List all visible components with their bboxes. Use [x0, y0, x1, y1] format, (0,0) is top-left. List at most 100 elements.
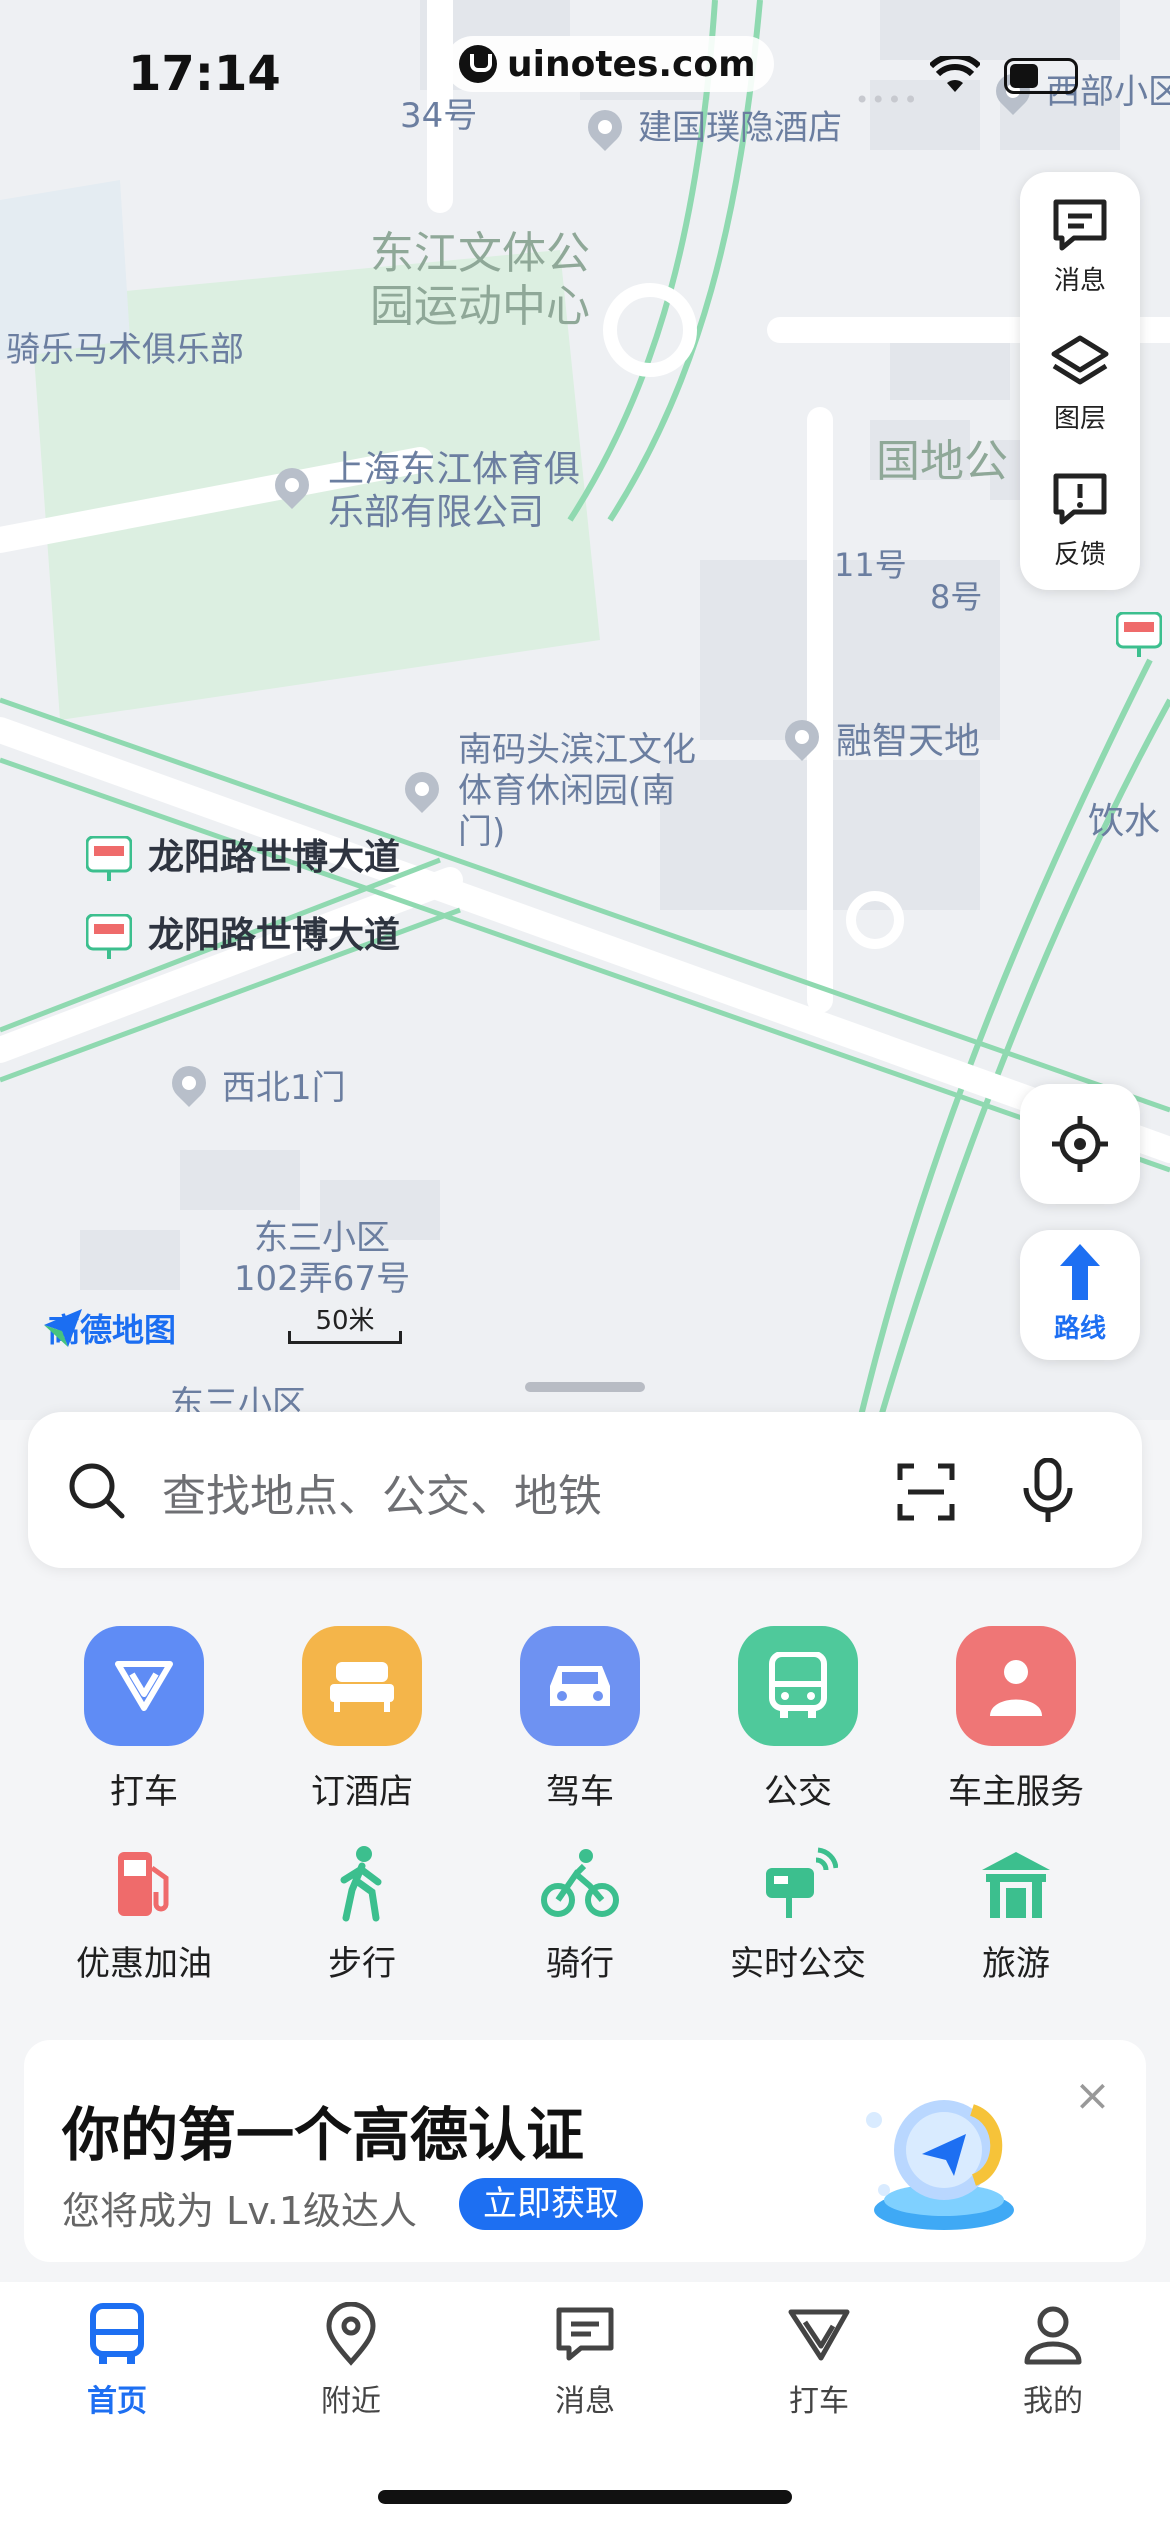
feedback-label: 反馈: [1053, 540, 1106, 570]
feedback-button[interactable]: 反馈: [1020, 446, 1140, 576]
service-drive[interactable]: 驾车: [471, 1626, 689, 1813]
location-pin-icon: [326, 2301, 376, 2366]
badge-illustration-icon: [866, 2100, 1014, 2230]
claim-button[interactable]: 立即获取: [459, 2178, 643, 2230]
tab-label: 首页: [87, 2384, 147, 2419]
bicycle-icon: [540, 1844, 620, 1924]
service-label: 订酒店: [311, 1772, 413, 1812]
scan-icon[interactable]: [896, 1462, 956, 1522]
watermark-text: uinotes.com: [507, 43, 756, 85]
shortcut-travel[interactable]: 旅游: [907, 1844, 1125, 1985]
shortcut-label: 旅游: [982, 1944, 1050, 1984]
tab-messages[interactable]: 消息: [468, 2302, 702, 2420]
home-bus-icon: [90, 2303, 144, 2364]
service-label: 驾车: [546, 1772, 614, 1812]
map-logo: 高德地图: [40, 1305, 176, 1351]
tab-label: 消息: [555, 2384, 615, 2419]
banner-title: 你的第一个高德认证: [62, 2101, 585, 2169]
tab-taxi[interactable]: 打车: [702, 2302, 936, 2420]
map-label: 8号: [930, 578, 983, 616]
bus-icon: [738, 1626, 858, 1746]
map-label[interactable]: 龙阳路世博大道: [148, 914, 400, 957]
certification-banner[interactable]: 你的第一个高德认证 您将成为 Lv.1级达人 立即获取 ×: [24, 2040, 1146, 2262]
map-label[interactable]: 南码头滨江文化体育休闲园(南门): [458, 730, 708, 852]
amap-logo-icon: [44, 1309, 82, 1347]
close-icon[interactable]: ×: [1074, 2070, 1111, 2121]
feedback-icon: [1053, 473, 1107, 525]
tab-label: 附近: [321, 2384, 381, 2419]
map-view[interactable]: 34号 建国璞隐酒店 东江文体公园运动中心 骑乐马术俱乐部 上海东江体育俱乐部有…: [0, 0, 1170, 1420]
tab-label: 打车: [789, 2384, 849, 2419]
bus-stop-icon: [1116, 612, 1162, 657]
locate-button[interactable]: [1020, 1084, 1140, 1204]
map-label[interactable]: 上海东江体育俱乐部有限公司: [328, 448, 598, 534]
car-owner-icon: [956, 1626, 1076, 1746]
service-label: 打车: [110, 1772, 178, 1812]
locate-icon: [1052, 1116, 1108, 1172]
watermark-badge: uinotes.com: [445, 36, 774, 92]
map-label: 国地公: [876, 436, 1008, 487]
shortcut-label: 步行: [328, 1944, 396, 1984]
messages-label: 消息: [1053, 266, 1106, 296]
shortcut-label: 实时公交: [730, 1944, 866, 1984]
route-label: 路线: [1053, 1314, 1106, 1344]
shortcut-fuel[interactable]: 优惠加油: [35, 1844, 253, 1985]
tab-label: 我的: [1023, 2384, 1083, 2419]
realtime-bus-icon: [758, 1844, 839, 1924]
tab-nearby[interactable]: 附近: [234, 2301, 468, 2420]
sheet-drag-handle[interactable]: [525, 1382, 645, 1392]
travel-gate-icon: [976, 1844, 1056, 1924]
battery-icon: [1004, 58, 1078, 94]
shortcut-cycle[interactable]: 骑行: [471, 1844, 689, 1985]
microphone-icon[interactable]: [1018, 1458, 1078, 1524]
map-label: 饮水: [1088, 801, 1161, 842]
status-bar: 17:14 uinotes.com ••••: [0, 0, 1170, 150]
map-label[interactable]: 骑乐马术俱乐部: [6, 330, 244, 371]
user-icon: [1024, 2306, 1082, 2365]
bus-stop-icon: [86, 836, 132, 881]
layers-label: 图层: [1053, 404, 1106, 434]
layers-icon: [1051, 335, 1109, 385]
service-label: 公交: [764, 1772, 832, 1812]
taxi-icon: [788, 2309, 850, 2361]
route-arrow-icon: [1060, 1244, 1100, 1300]
status-time: 17:14: [128, 46, 281, 102]
search-input[interactable]: 查找地点、公交、地铁: [162, 1460, 602, 1524]
search-bar[interactable]: 查找地点、公交、地铁: [28, 1412, 1142, 1568]
map-label[interactable]: 融智天地: [836, 720, 980, 763]
bus-stop-icon: [86, 914, 132, 959]
hotel-bed-icon: [302, 1626, 422, 1746]
map-scale: 50米: [288, 1300, 402, 1344]
shortcut-label: 优惠加油: [76, 1944, 212, 1984]
message-icon: [556, 2307, 614, 2361]
map-label[interactable]: 西北1门: [222, 1068, 346, 1109]
wifi-icon: [930, 56, 980, 92]
map-label[interactable]: 龙阳路世博大道: [148, 836, 400, 879]
service-bus[interactable]: 公交: [689, 1626, 907, 1813]
layers-button[interactable]: 图层: [1020, 310, 1140, 440]
service-taxi[interactable]: 打车: [35, 1626, 253, 1813]
car-icon: [520, 1626, 640, 1746]
watermark-logo-icon: [459, 45, 497, 83]
tab-mine[interactable]: 我的: [936, 2302, 1170, 2420]
taxi-icon: [84, 1626, 204, 1746]
map-label: 东江文体公园运动中心: [370, 228, 590, 332]
map-roads: [0, 0, 1170, 1420]
service-hotel[interactable]: 订酒店: [253, 1626, 471, 1813]
shortcut-label: 骑行: [546, 1944, 614, 1984]
shortcut-walk[interactable]: 步行: [253, 1844, 471, 1985]
map-label: 11号: [834, 546, 907, 584]
message-icon: [1053, 199, 1107, 251]
messages-button[interactable]: 消息: [1020, 172, 1140, 302]
signal-dots-icon: ••••: [855, 86, 920, 114]
walking-icon: [322, 1844, 402, 1924]
route-button[interactable]: 路线: [1020, 1230, 1140, 1360]
shortcut-realtime-bus[interactable]: 实时公交: [689, 1844, 907, 1985]
fuel-pump-icon: [104, 1844, 184, 1924]
tab-home[interactable]: 首页: [0, 2302, 234, 2420]
service-car-owner[interactable]: 车主服务: [907, 1626, 1125, 1813]
map-label: 东三小区102弄67号: [233, 1218, 411, 1299]
map-tools-panel: 消息 图层 反馈: [1020, 172, 1140, 590]
banner-subtitle: 您将成为 Lv.1级达人: [62, 2189, 418, 2233]
service-label: 车主服务: [948, 1772, 1084, 1812]
